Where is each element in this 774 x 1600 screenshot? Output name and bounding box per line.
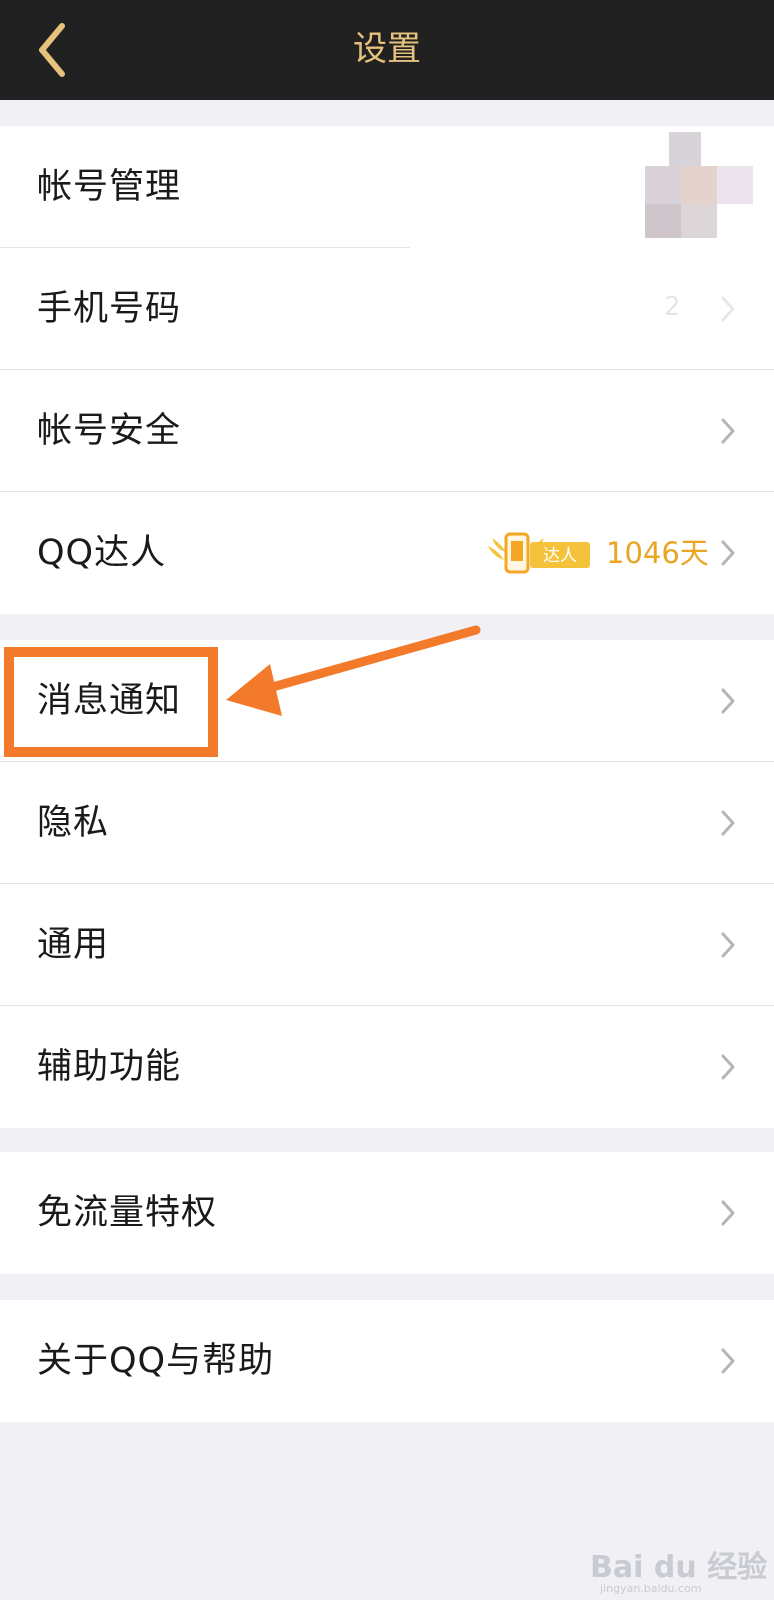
settings-item-phone-number[interactable]: 手机号码 2 (0, 248, 774, 370)
chevron-right-icon (721, 296, 735, 322)
page-title: 设置 (353, 29, 421, 69)
settings-item-general[interactable]: 通用 (0, 884, 774, 1006)
settings-item-qq-expert[interactable]: QQ达人 达人 1046天 (0, 492, 774, 614)
settings-item-label: 通用 (37, 925, 110, 965)
settings-item-label: 辅助功能 (37, 1047, 182, 1087)
settings-item-label: QQ达人 (37, 533, 167, 573)
navigation-bar: 设置 (0, 0, 774, 100)
settings-item-label: 隐私 (37, 803, 110, 843)
settings-item-label: 免流量特权 (37, 1193, 218, 1233)
settings-item-label: 帐号管理 (37, 167, 182, 207)
phone-number-value: 2 (664, 292, 681, 322)
badge-label: 达人 (543, 546, 577, 566)
chevron-right-icon (721, 540, 735, 566)
settings-item-accessibility[interactable]: 辅助功能 (0, 1006, 774, 1128)
chevron-right-icon (721, 1348, 735, 1374)
settings-item-account-management[interactable]: 帐号管理 (0, 126, 774, 248)
chevron-right-icon (721, 418, 735, 444)
settings-item-label: 帐号安全 (37, 411, 182, 451)
qq-expert-days: 1046天 (606, 536, 709, 570)
annotation-highlight-box (4, 647, 218, 757)
settings-item-free-data[interactable]: 免流量特权 (0, 1152, 774, 1274)
chevron-right-icon (721, 810, 735, 836)
avatar (645, 132, 753, 238)
chevron-right-icon (721, 688, 735, 714)
settings-item-account-security[interactable]: 帐号安全 (0, 370, 774, 492)
watermark-url: jingyan.baidu.com (600, 1582, 702, 1595)
watermark-logo: Bai du 经验 (590, 1550, 768, 1585)
settings-group-account: 帐号管理 手机号码 2 帐号安全 QQ达人 达人 1046天 (0, 126, 774, 614)
settings-group-data: 免流量特权 (0, 1152, 774, 1274)
chevron-right-icon (721, 1054, 735, 1080)
settings-item-label: 关于QQ与帮助 (37, 1341, 275, 1381)
qq-expert-badge-icon: 达人 (488, 532, 590, 574)
settings-item-privacy[interactable]: 隐私 (0, 762, 774, 884)
chevron-right-icon (721, 1200, 735, 1226)
settings-item-about-help[interactable]: 关于QQ与帮助 (0, 1300, 774, 1422)
settings-group-about: 关于QQ与帮助 (0, 1300, 774, 1422)
chevron-right-icon (721, 932, 735, 958)
settings-item-label: 手机号码 (37, 289, 182, 329)
